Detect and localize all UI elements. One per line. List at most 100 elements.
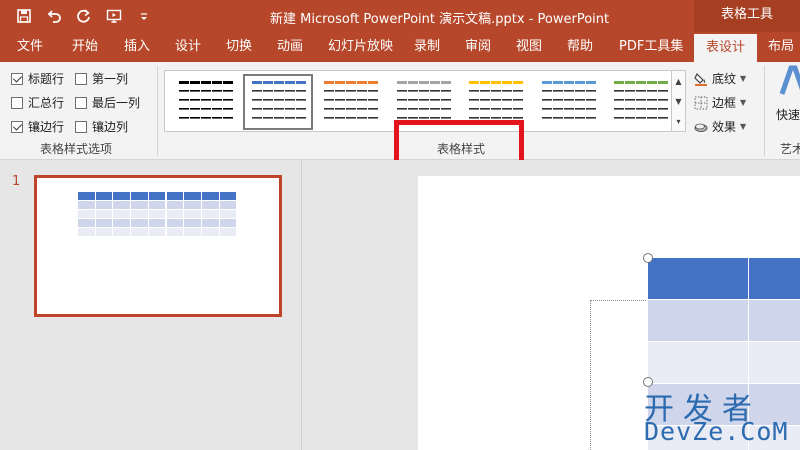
tab-view[interactable]: 视图 <box>516 32 542 62</box>
thumbnail-table-cell <box>166 210 184 218</box>
table-style-swatch[interactable] <box>242 74 313 130</box>
thumbnail-table-cell <box>148 210 166 218</box>
thumbnail-table-cell <box>201 201 219 209</box>
wordart-group-label: 艺术 <box>780 142 800 156</box>
table-style-swatch[interactable] <box>173 77 237 127</box>
shading-button[interactable]: 底纹 ▼ <box>694 70 746 87</box>
group-divider <box>764 66 765 156</box>
thumbnail-table-cell <box>78 201 95 209</box>
last-column-checkbox[interactable] <box>75 96 87 109</box>
thumbnail-table-cell <box>148 219 166 227</box>
gallery-scroll-down-icon[interactable]: ▼ <box>672 91 685 111</box>
thumbnail-table-cell <box>131 219 148 227</box>
gallery-more-icon[interactable]: ▾ <box>672 111 685 131</box>
table-cell[interactable] <box>749 300 800 342</box>
table-style-swatch[interactable] <box>318 77 382 127</box>
effects-label: 效果 <box>712 120 737 134</box>
thumbnail-table-cell <box>219 201 237 209</box>
option-total-row[interactable]: 汇总行 <box>11 94 64 111</box>
table-cell[interactable] <box>749 258 800 300</box>
undo-icon[interactable] <box>44 6 64 26</box>
table-cell[interactable] <box>648 258 749 300</box>
thumbnail-table-cell <box>78 192 95 200</box>
quick-access-toolbar <box>14 6 154 26</box>
shading-caret-icon: ▼ <box>740 74 747 83</box>
thumbnail-table-cell <box>78 228 95 236</box>
thumbnail-table-cell <box>166 228 184 236</box>
placeholder-outline <box>590 300 646 450</box>
watermark: 开发者 DevZe.CoM <box>640 384 800 450</box>
header-row-label: 标题行 <box>28 72 65 86</box>
header-row-checkbox[interactable] <box>11 72 23 85</box>
tab-help[interactable]: 帮助 <box>567 32 593 62</box>
thumbnail-table-cell <box>113 219 131 227</box>
total-row-label: 汇总行 <box>28 96 65 110</box>
slide-number: 1 <box>12 174 21 189</box>
resize-handle-top-left[interactable] <box>643 253 653 263</box>
group-divider <box>157 66 158 156</box>
save-icon[interactable] <box>14 6 34 26</box>
gallery-scroll-up-icon[interactable]: ▲ <box>672 71 685 91</box>
slide-thumbnail[interactable] <box>34 175 282 317</box>
thumbnail-table-cell <box>219 210 237 218</box>
wordart-a-icon <box>779 65 800 95</box>
tab-file[interactable]: 文件 <box>17 32 43 62</box>
tab-layout[interactable]: 布局 <box>768 32 794 62</box>
banded-rows-checkbox[interactable] <box>11 120 23 133</box>
tab-review[interactable]: 审阅 <box>465 32 491 62</box>
customize-qat-icon[interactable] <box>134 6 154 26</box>
quick-styles-button[interactable]: 快速 <box>772 64 800 124</box>
first-column-label: 第一列 <box>92 72 129 86</box>
effects-icon <box>694 123 708 132</box>
table-style-swatch[interactable] <box>608 77 672 127</box>
effects-button[interactable]: 效果 ▼ <box>694 118 746 135</box>
tab-slide-show[interactable]: 幻灯片放映 <box>328 32 393 62</box>
tab-pdf-tools[interactable]: PDF工具集 <box>619 32 683 62</box>
watermark-en-text: DevZe.CoM <box>644 417 789 446</box>
tab-insert[interactable]: 插入 <box>124 32 150 62</box>
table-style-preview-icon <box>324 81 378 119</box>
thumbnail-table-cell <box>113 201 131 209</box>
option-banded-rows[interactable]: 镶边行 <box>11 118 64 135</box>
table-style-swatch[interactable] <box>536 77 600 127</box>
option-banded-columns[interactable]: 镶边列 <box>75 118 128 135</box>
tab-home[interactable]: 开始 <box>72 32 98 62</box>
tab-transitions[interactable]: 切换 <box>226 32 252 62</box>
banded-rows-label: 镶边行 <box>28 120 65 134</box>
option-first-column[interactable]: 第一列 <box>75 70 128 87</box>
shading-label: 底纹 <box>712 72 737 86</box>
table-cell[interactable] <box>749 342 800 384</box>
thumbnail-table-cell <box>78 219 95 227</box>
table-style-preview-icon <box>251 81 306 119</box>
tab-record[interactable]: 录制 <box>414 32 440 62</box>
table-cell[interactable] <box>648 342 749 384</box>
thumbnail-table-cell <box>113 228 131 236</box>
borders-caret-icon: ▼ <box>740 98 747 107</box>
thumbnail-table-cell <box>201 210 219 218</box>
banded-columns-checkbox[interactable] <box>75 120 87 133</box>
gallery-scroll: ▲ ▼ ▾ <box>672 70 686 132</box>
thumbnail-table-cell <box>201 228 219 236</box>
borders-icon <box>694 96 708 109</box>
redo-icon[interactable] <box>74 6 94 26</box>
thumbnail-table-cell <box>131 201 148 209</box>
borders-button[interactable]: 边框 ▼ <box>694 94 746 111</box>
thumbnail-table-cell <box>166 201 184 209</box>
thumbnail-table-cell <box>219 228 237 236</box>
first-column-checkbox[interactable] <box>75 72 87 85</box>
option-header-row[interactable]: 标题行 <box>11 70 64 87</box>
thumbnail-table-cell <box>131 228 148 236</box>
ribbon-tabs: 文件 开始 插入 设计 切换 动画 幻灯片放映 录制 审阅 视图 帮助 PDF工… <box>0 32 800 62</box>
tab-table-design[interactable]: 表设计 <box>694 34 758 62</box>
total-row-checkbox[interactable] <box>11 96 23 109</box>
thumbnail-table-cell <box>184 201 201 209</box>
quick-styles-label: 快速 <box>776 108 800 122</box>
table-cell[interactable] <box>648 300 749 342</box>
tab-design[interactable]: 设计 <box>175 32 201 62</box>
thumbnail-table-cell <box>113 192 131 200</box>
title-bar: 新建 Microsoft PowerPoint 演示文稿.pptx - Powe… <box>0 0 800 32</box>
present-from-start-icon[interactable] <box>104 6 124 26</box>
tab-animations[interactable]: 动画 <box>277 32 303 62</box>
option-last-column[interactable]: 最后一列 <box>75 94 140 111</box>
table-tools-context-header: 表格工具 <box>694 0 800 32</box>
